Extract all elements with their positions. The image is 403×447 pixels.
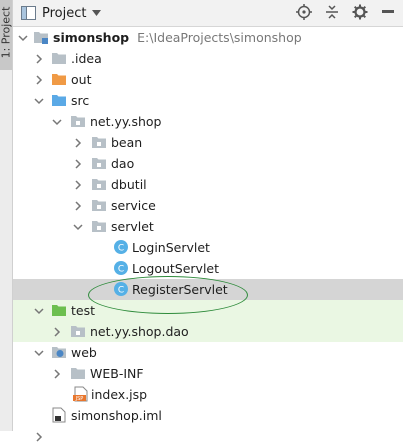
collapsed-arrow-icon[interactable]: [52, 326, 62, 337]
root-label: simonshop E:\IdeaProjects\simonshop: [53, 30, 302, 45]
tree-label-dbutil: dbutil: [111, 177, 147, 192]
collapsed-arrow-icon[interactable]: [73, 200, 83, 211]
tree-label-registerservlet: RegisterServlet: [132, 282, 228, 297]
expanded-arrow-icon[interactable]: [34, 96, 44, 106]
tree-node-partial: [13, 426, 403, 447]
source-folder-icon: [52, 95, 66, 106]
java-class-icon: C: [114, 240, 128, 254]
jsp-file-icon: JSP: [73, 386, 88, 402]
tree-node-web-inf[interactable]: WEB-INF: [13, 363, 403, 384]
java-class-icon: C: [114, 282, 128, 296]
tree-node-web[interactable]: web: [13, 342, 403, 363]
tree-label-loginservlet: LoginServlet: [132, 240, 210, 255]
tree-label-package: net.yy.shop: [90, 114, 162, 129]
collapsed-arrow-icon[interactable]: [73, 158, 83, 169]
package-icon: [92, 221, 106, 232]
tree-node-simonshop[interactable]: simonshop E:\IdeaProjects\simonshop: [13, 27, 403, 48]
tree-label-web: web: [71, 345, 97, 360]
tree-node-service[interactable]: service: [13, 195, 403, 216]
project-view-title: Project: [42, 5, 87, 21]
tree-label-web-inf: WEB-INF: [90, 366, 144, 381]
tree-node-iml[interactable]: simonshop.iml: [13, 405, 403, 426]
jsp-badge: JSP: [75, 396, 84, 402]
test-folder-icon: [52, 305, 66, 316]
tree-node-loginservlet[interactable]: C LoginServlet: [13, 237, 403, 258]
tree-label-dao: dao: [111, 156, 135, 171]
left-tool-strip: 1: Project: [0, 0, 13, 431]
folder-icon: [71, 368, 85, 379]
tree-node-registerservlet[interactable]: C RegisterServlet: [13, 279, 403, 300]
tree-node-test-package[interactable]: net.yy.shop.dao: [13, 321, 403, 342]
tree-node-logoutservlet[interactable]: C LogoutServlet: [13, 258, 403, 279]
package-icon: [92, 137, 106, 148]
tree-node-servlet[interactable]: servlet: [13, 216, 403, 237]
tree-label-out: out: [71, 72, 92, 87]
expanded-arrow-icon[interactable]: [18, 33, 28, 43]
collapsed-arrow-icon: [36, 431, 43, 442]
module-folder-icon: [34, 32, 48, 44]
tree-label-test-package: net.yy.shop.dao: [90, 324, 189, 339]
tree-node-dao[interactable]: dao: [13, 153, 403, 174]
project-view-selector[interactable]: Project: [21, 4, 102, 22]
expanded-arrow-icon[interactable]: [52, 117, 62, 127]
collapsed-arrow-icon[interactable]: [73, 137, 83, 148]
project-tree: simonshop E:\IdeaProjects\simonshop .idea…: [13, 27, 403, 442]
tree-node-bean[interactable]: bean: [13, 132, 403, 153]
java-class-icon: C: [114, 261, 128, 275]
tree-node-dbutil[interactable]: dbutil: [13, 174, 403, 195]
folder-icon: [52, 53, 66, 64]
package-icon: [92, 158, 106, 169]
collapse-all-icon[interactable]: [323, 3, 341, 21]
iml-file-icon: [52, 407, 66, 423]
hide-icon[interactable]: [379, 3, 397, 21]
project-view-icon: [21, 6, 36, 20]
package-icon: [71, 326, 85, 337]
tree-node-src[interactable]: src: [13, 90, 403, 111]
tree-node-idea[interactable]: .idea: [13, 48, 403, 69]
tree-node-index-jsp[interactable]: JSP index.jsp: [13, 384, 403, 405]
tree-label-service: service: [111, 198, 156, 213]
tree-node-package-net-yy-shop[interactable]: net.yy.shop: [13, 111, 403, 132]
collapsed-arrow-icon[interactable]: [52, 368, 62, 379]
class-badge: C: [118, 265, 124, 275]
locate-icon[interactable]: [295, 3, 313, 21]
package-icon: [71, 116, 85, 127]
tree-label-index-jsp: index.jsp: [91, 387, 148, 402]
tree-node-test[interactable]: test: [13, 300, 403, 321]
tree-label-src: src: [71, 93, 90, 108]
expanded-arrow-icon[interactable]: [34, 306, 44, 316]
class-badge: C: [118, 244, 124, 254]
excluded-folder-icon: [52, 74, 66, 85]
tree-label-bean: bean: [111, 135, 143, 150]
collapsed-arrow-icon[interactable]: [34, 74, 44, 85]
chevron-down-icon: [92, 10, 102, 16]
gear-icon[interactable]: [351, 3, 369, 21]
project-tool-tab-label: 1: Project: [0, 6, 13, 59]
collapsed-arrow-icon[interactable]: [73, 179, 83, 190]
tree-node-out[interactable]: out: [13, 69, 403, 90]
root-path: E:\IdeaProjects\simonshop: [137, 30, 302, 45]
project-toolbar: Project: [13, 0, 403, 27]
tree-label-logoutservlet: LogoutServlet: [132, 261, 220, 276]
web-folder-icon: [52, 347, 66, 358]
expanded-arrow-icon[interactable]: [73, 222, 83, 232]
package-icon: [92, 179, 106, 190]
tree-label-servlet: servlet: [111, 219, 154, 234]
tree-label-iml: simonshop.iml: [71, 408, 162, 423]
tree-label-test: test: [71, 303, 96, 318]
tree-label-idea: .idea: [71, 51, 102, 66]
collapsed-arrow-icon[interactable]: [34, 53, 44, 64]
root-name: simonshop: [53, 30, 130, 45]
package-icon: [92, 200, 106, 211]
project-tool-tab[interactable]: 1: Project: [0, 0, 13, 70]
class-badge: C: [118, 286, 124, 296]
expanded-arrow-icon[interactable]: [34, 348, 44, 358]
